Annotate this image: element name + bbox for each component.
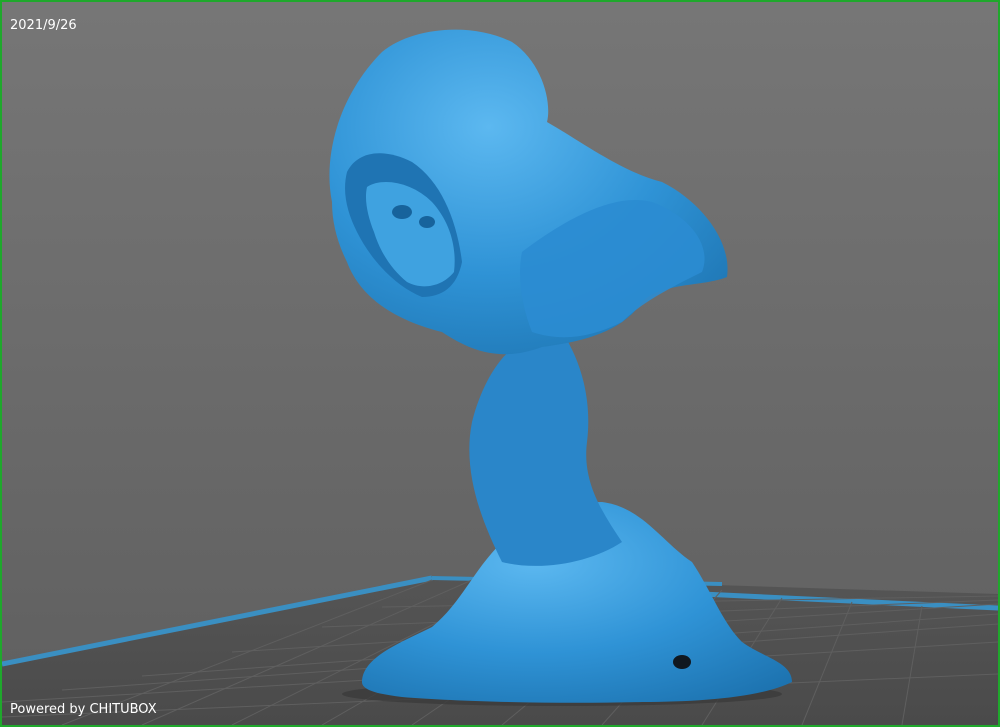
powered-by-label: Powered by CHITUBOX	[10, 702, 157, 717]
3d-viewport[interactable]: 2021/9/26 Powered by CHITUBOX	[0, 0, 1000, 727]
scene-canvas[interactable]	[2, 2, 998, 725]
date-label: 2021/9/26	[10, 18, 77, 33]
